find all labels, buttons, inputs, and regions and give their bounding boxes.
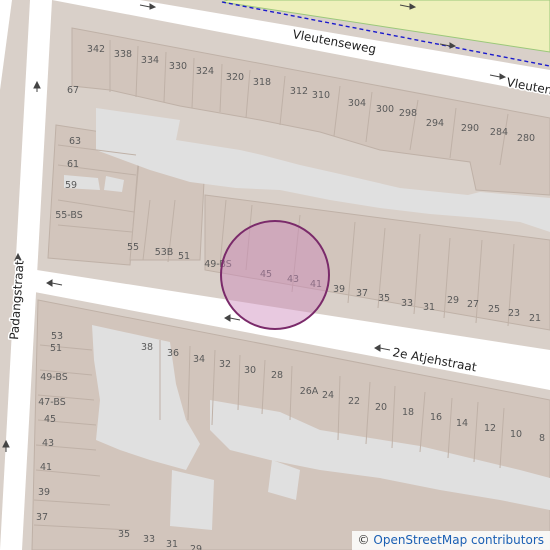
house-number: 29	[190, 544, 202, 550]
house-number: 31	[423, 302, 435, 313]
house-number: 16	[430, 412, 442, 423]
house-number: 284	[490, 127, 508, 138]
house-number: 33	[401, 298, 413, 309]
house-number: 30	[244, 365, 256, 376]
house-number: 41	[40, 462, 52, 473]
house-number: 35	[118, 529, 130, 540]
house-number: 300	[376, 104, 394, 115]
house-number: 18	[402, 407, 414, 418]
house-number: 55	[127, 242, 139, 253]
house-number: 38	[141, 342, 153, 353]
copyright-symbol: ©	[357, 533, 370, 547]
house-number: 298	[399, 108, 417, 119]
house-number: 43	[42, 438, 54, 449]
house-number: 280	[517, 133, 535, 144]
house-number: 8	[539, 433, 545, 444]
house-number: 318	[253, 77, 271, 88]
house-number: 338	[114, 49, 132, 60]
house-number: 36	[167, 348, 179, 359]
house-number: 28	[271, 370, 283, 381]
house-number: 63	[69, 136, 81, 147]
house-number: 31	[166, 539, 178, 550]
house-number: 312	[290, 86, 308, 97]
house-number: 32	[219, 359, 231, 370]
house-number: 61	[67, 159, 79, 170]
house-number: 35	[378, 293, 390, 304]
house-number: 67	[67, 85, 79, 96]
house-number: 310	[312, 90, 330, 101]
house-number: 45	[44, 414, 56, 425]
house-number: 26A	[300, 386, 319, 397]
house-number: 334	[141, 55, 159, 66]
house-number: 25	[488, 304, 500, 315]
house-number: 342	[87, 44, 105, 55]
house-number: 24	[322, 390, 334, 401]
house-number: 37	[356, 288, 368, 299]
house-number: 290	[461, 123, 479, 134]
house-number: 12	[484, 423, 496, 434]
house-number: 47-BS	[38, 397, 66, 408]
house-number: 14	[456, 418, 468, 429]
house-number: 330	[169, 61, 187, 72]
house-number: 320	[226, 72, 244, 83]
house-number: 51	[50, 343, 62, 354]
house-number: 53B	[155, 247, 174, 258]
house-number: 49-BS	[40, 372, 68, 383]
attribution: © OpenStreetMap contributors	[351, 531, 550, 550]
house-number: 34	[193, 354, 205, 365]
osm-contributors-link[interactable]: OpenStreetMap contributors	[373, 533, 544, 547]
house-number: 55-BS	[55, 210, 83, 221]
house-number: 20	[375, 402, 387, 413]
house-number: 10	[510, 429, 522, 440]
house-number: 27	[467, 299, 479, 310]
house-number: 324	[196, 66, 214, 77]
house-number: 22	[348, 396, 360, 407]
house-number: 23	[508, 308, 520, 319]
house-number: 51	[178, 251, 190, 262]
house-number: 29	[447, 295, 459, 306]
house-number: 304	[348, 98, 366, 109]
house-number: 294	[426, 118, 444, 129]
house-number: 33	[143, 534, 155, 545]
house-number: 39	[333, 284, 345, 295]
map-canvas[interactable]: Vleutenseweg Vleutenseweg Padangstraat 2…	[0, 0, 550, 550]
house-number: 53	[51, 331, 63, 342]
house-number: 59	[65, 180, 77, 191]
map-svg: Vleutenseweg Vleutenseweg Padangstraat 2…	[0, 0, 550, 550]
house-number: 37	[36, 512, 48, 523]
location-marker[interactable]	[220, 220, 330, 330]
house-number: 39	[38, 487, 50, 498]
house-number: 21	[529, 313, 541, 324]
